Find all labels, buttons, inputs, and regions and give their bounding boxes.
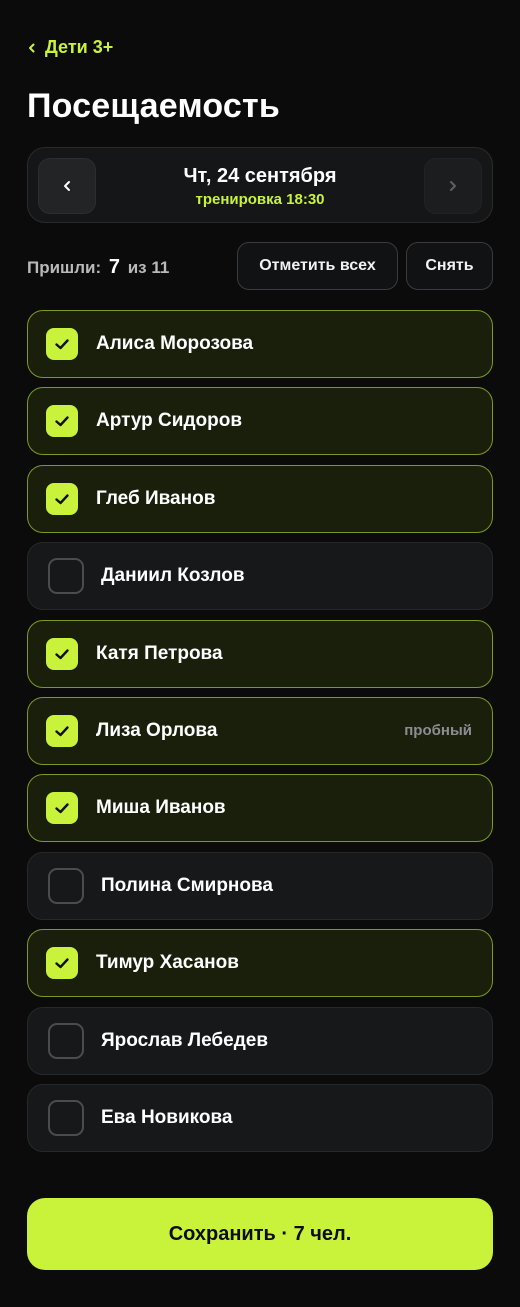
check-icon [55,416,69,427]
attendance-checkbox[interactable] [48,867,84,904]
total-count: из 11 [127,258,170,277]
attendance-summary: Пришли: 7 из 11 Отметить всех Снять [27,242,493,292]
back-link[interactable]: Дети 3+ [27,37,113,58]
mark-all-button[interactable]: Отметить всех [237,242,398,290]
student-row[interactable]: Алиса Морозова [27,310,493,378]
attendance-checkbox[interactable] [46,405,78,438]
student-name: Ева Новикова [101,1106,233,1128]
current-date: Чт, 24 сентября [183,165,337,187]
count-label: Пришли: [27,258,102,277]
student-name: Артур Сидоров [96,410,243,432]
attendance-checkbox[interactable] [48,1099,84,1136]
student-row[interactable]: Тимур Хасанов [27,929,493,998]
attendance-checkbox[interactable] [46,482,78,515]
check-icon [55,648,69,659]
student-row[interactable]: Артур Сидоров [27,387,493,456]
check-icon [55,726,69,737]
chevron-right-icon [450,181,456,191]
attendance-checkbox[interactable] [46,947,78,980]
student-row[interactable]: Ева Новикова [27,1083,493,1152]
attendance-checkbox[interactable] [46,328,78,360]
page-title: Посещаемость [27,87,280,125]
clear-button[interactable]: Снять [406,242,493,290]
check-icon [55,339,69,350]
student-name: Миша Иванов [96,797,226,819]
student-name: Катя Петрова [96,642,223,664]
student-name: Тимур Хасанов [96,952,239,974]
back-label: Дети 3+ [45,37,114,57]
student-row[interactable]: Миша Иванов [27,774,493,843]
check-icon [55,958,69,969]
student-name: Алиса Морозова [96,333,254,354]
attendance-checkbox[interactable] [46,637,78,670]
student-row[interactable]: Глеб Иванов [27,464,493,533]
date-selector: Чт, 24 сентября тренировка 18:30 [27,147,493,223]
attendance-count: Пришли: 7 из 11 [27,256,169,279]
attendance-checkbox[interactable] [48,1022,84,1059]
present-count: 7 [108,256,120,278]
attendance-checkbox[interactable] [46,714,78,747]
student-row[interactable]: Ярослав Лебедев [27,1006,493,1075]
next-date-button[interactable] [424,158,482,214]
attendance-checkbox[interactable] [46,792,78,825]
student-list: Алиса Морозова Артур Сидоров Глеб Иванов Да… [27,310,493,1161]
student-row[interactable]: Даниил Козлов [27,542,493,611]
save-button[interactable]: Сохранить · 7 чел. [27,1198,493,1270]
check-icon [55,803,69,814]
student-name: Полина Смирнова [101,874,274,896]
student-row[interactable]: Лиза Орлова пробный [27,696,493,765]
chevron-left-icon [29,43,35,52]
trial-badge: пробный [404,722,472,740]
student-row[interactable]: Полина Смирнова [27,851,493,920]
student-name: Глеб Иванов [96,487,216,509]
attendance-checkbox[interactable] [48,558,84,595]
student-name: Ярослав Лебедев [101,1029,269,1051]
student-row[interactable]: Катя Петрова [27,619,493,688]
session-time: тренировка 18:30 [195,191,325,208]
student-name: Лиза Орлова [96,719,218,741]
check-icon [55,494,69,504]
date-display: Чт, 24 сентября тренировка 18:30 [28,164,492,209]
student-name: Даниил Козлов [101,565,245,587]
